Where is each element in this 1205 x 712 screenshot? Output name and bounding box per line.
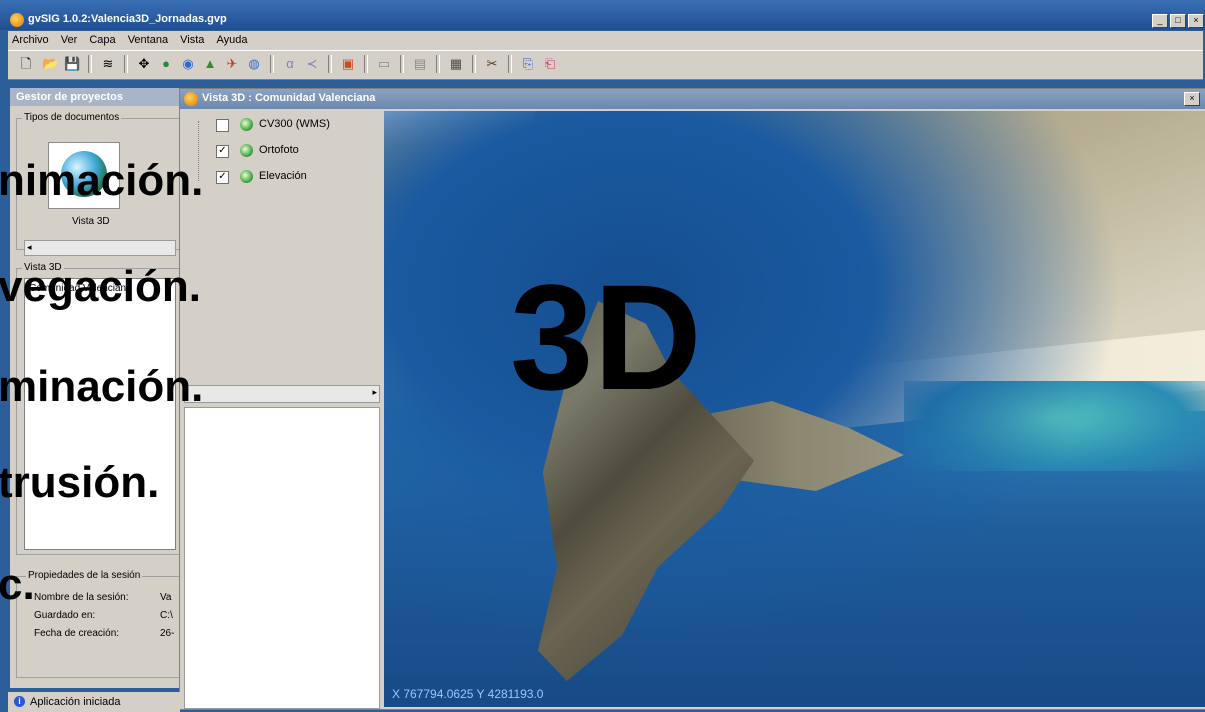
- close-button[interactable]: ×: [1188, 14, 1204, 28]
- grid-icon[interactable]: ▦: [448, 56, 464, 72]
- toolbar-separator: [270, 55, 274, 73]
- toolbar-separator: [88, 55, 92, 73]
- layer-label: Elevación: [259, 170, 307, 182]
- flight-icon[interactable]: ✈: [224, 56, 240, 72]
- 3d-scene-canvas[interactable]: X 767794.0625 Y 4281193.0: [384, 111, 1205, 707]
- menu-bar: Archivo Ver Capa Ventana Vista Ayuda: [8, 31, 1203, 50]
- session-name-value: Va: [160, 592, 172, 603]
- toolbar-separator: [124, 55, 128, 73]
- toolbar-separator: [436, 55, 440, 73]
- layout-icon[interactable]: ▣: [340, 56, 356, 72]
- status-text: Aplicación iniciada: [30, 696, 121, 708]
- menu-ayuda[interactable]: Ayuda: [212, 31, 252, 46]
- menu-capa[interactable]: Capa: [85, 31, 120, 46]
- overlay-text-4: trusión.: [0, 458, 160, 507]
- toc-scrollbar[interactable]: ▸: [184, 385, 380, 403]
- tools-icon[interactable]: ✂: [484, 56, 500, 72]
- table-icon[interactable]: ▭: [376, 56, 392, 72]
- layer-toc: CV300 (WMS) ✓ Ortofoto ✓ Elevación: [184, 111, 378, 385]
- project-manager-title: Gestor de proyectos: [10, 88, 180, 106]
- session-label: Propiedades de la sesión: [26, 570, 143, 581]
- alpha-icon[interactable]: α: [282, 56, 298, 72]
- globe-navigation-icon[interactable]: ●: [158, 56, 174, 72]
- window-title: gvSIG 1.0.2:Valencia3D_Jornadas.gvp: [28, 13, 227, 25]
- raster-layer-icon: [240, 144, 253, 157]
- doc-types-scrollbar[interactable]: ◂: [24, 240, 176, 256]
- overlay-3d-title: 3D: [510, 253, 702, 421]
- info-icon: i: [14, 696, 25, 707]
- sphere-icon[interactable]: ◍: [246, 56, 262, 72]
- arrow-tool-icon[interactable]: ≺: [304, 56, 320, 72]
- pan-icon[interactable]: ✥: [136, 56, 152, 72]
- overlay-text-2: vegación.: [0, 262, 201, 311]
- doc-list[interactable]: Comunidad Valenciana: [24, 278, 176, 550]
- menu-ver[interactable]: Ver: [57, 31, 83, 46]
- app-logo-icon: [10, 13, 24, 27]
- layer-checkbox[interactable]: [216, 119, 229, 132]
- toolbar-separator: [472, 55, 476, 73]
- layer-label: Ortofoto: [259, 144, 299, 156]
- scroll-left-icon[interactable]: ◂: [27, 242, 32, 253]
- saved-in-value: C:\: [160, 610, 173, 621]
- menu-archivo[interactable]: Archivo: [8, 31, 54, 46]
- menu-vista[interactable]: Vista: [176, 31, 209, 46]
- view3d-app-icon: [184, 92, 198, 106]
- overlay-text-5: c.: [0, 560, 35, 609]
- toolbar-separator: [328, 55, 332, 73]
- view3d-title: Vista 3D : Comunidad Valenciana: [202, 92, 376, 104]
- minimize-button[interactable]: _: [1152, 14, 1168, 28]
- elevation-layer-icon: [240, 170, 253, 183]
- toolbar-separator: [508, 55, 512, 73]
- terrain-icon[interactable]: ▲: [202, 56, 218, 72]
- doc-types-label: Tipos de documentos: [22, 112, 122, 123]
- creation-date-key: Fecha de creación:: [34, 628, 120, 639]
- info-tool-icon[interactable]: ▤: [412, 56, 428, 72]
- new-document-icon[interactable]: 🗋: [18, 56, 34, 72]
- coordinates-readout: X 767794.0625 Y 4281193.0: [392, 687, 544, 701]
- maximize-button[interactable]: □: [1170, 14, 1186, 28]
- menu-ventana[interactable]: Ventana: [124, 31, 173, 46]
- toolbar-separator: [364, 55, 368, 73]
- overlay-text-3: minación.: [0, 362, 204, 411]
- toolbar-separator: [400, 55, 404, 73]
- locator-map[interactable]: [184, 407, 380, 709]
- add-layer-icon[interactable]: ≋: [100, 56, 116, 72]
- wms-layer-icon: [240, 118, 253, 131]
- save-icon[interactable]: 💾: [64, 56, 80, 72]
- layer-checkbox[interactable]: ✓: [216, 145, 229, 158]
- doc-item-label: Vista 3D: [72, 216, 110, 227]
- view3d-close-button[interactable]: ×: [1184, 92, 1200, 106]
- overlay-text-1: nimación.: [0, 156, 204, 205]
- zoom-icon[interactable]: ◉: [180, 56, 196, 72]
- session-name-key: Nombre de la sesión:: [34, 592, 129, 603]
- layer-checkbox[interactable]: ✓: [216, 171, 229, 184]
- scroll-right-icon[interactable]: ▸: [372, 387, 377, 398]
- status-bar: i Aplicación iniciada: [8, 692, 180, 712]
- saved-in-key: Guardado en:: [34, 610, 96, 621]
- open-folder-icon[interactable]: 📂: [42, 56, 58, 72]
- copy-icon[interactable]: ⎘: [520, 56, 536, 72]
- creation-date-value: 26-: [160, 628, 175, 639]
- toolbar: 🗋 📂 💾 ≋ ✥ ● ◉ ▲ ✈ ◍ α ≺ ▣ ▭ ▤ ▦ ✂ ⎘ ⎗: [8, 50, 1203, 80]
- layer-label: CV300 (WMS): [259, 118, 330, 130]
- paste-icon[interactable]: ⎗: [542, 56, 558, 72]
